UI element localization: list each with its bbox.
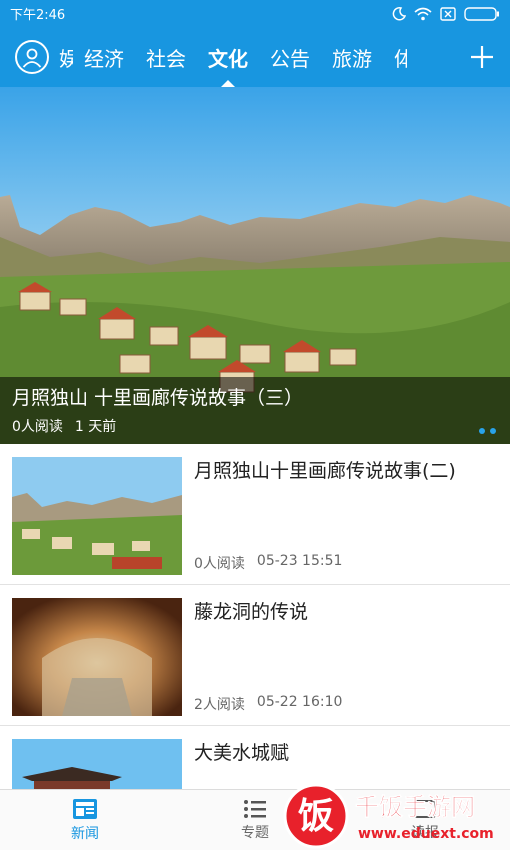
bottom-tab-label: 专题: [241, 824, 269, 841]
article-time: 05-22 16:10: [256, 694, 343, 710]
article-time: 05-23 15:51: [256, 553, 343, 569]
wifi-icon: [414, 7, 432, 21]
tab-label: 文化: [208, 46, 248, 71]
article-item[interactable]: 藤龙洞的传说 2人阅读 05-22 16:10: [0, 585, 510, 726]
article-title: 月照独山十里画廊传说故事(二): [194, 460, 456, 482]
article-title: 大美水城赋: [194, 742, 290, 764]
article-meta: 0人阅读 05-23 15:51: [194, 553, 342, 573]
status-icons: [392, 6, 500, 21]
carousel-dot: [479, 428, 485, 434]
tab-label: 经济: [84, 46, 124, 71]
moon-icon: [392, 6, 406, 21]
sim-off-icon: [440, 6, 456, 21]
article-title: 藤龙洞的传说: [194, 601, 309, 623]
article-thumbnail: [12, 598, 182, 716]
watermark-brand: 饭: [298, 796, 334, 837]
hero-title: 月照独山 十里画廊传说故事（三）: [12, 387, 304, 409]
newspaper-icon: [73, 798, 97, 819]
site-watermark-logo: 饭 千饭手游网 www.eduext.com: [283, 783, 494, 849]
tab-label: 公告: [270, 46, 310, 71]
add-channel-button[interactable]: [454, 27, 510, 87]
tab-society[interactable]: 社会: [135, 27, 197, 87]
carousel-indicator: [479, 428, 496, 434]
tab-label: 旅游: [332, 46, 372, 71]
status-time: 下午2:46: [10, 8, 66, 23]
bottom-tab-news[interactable]: 新闻: [0, 790, 170, 850]
article-item[interactable]: 月照独山十里画廊传说故事(二) 0人阅读 05-23 15:51: [0, 444, 510, 585]
hero-time: 1 天前: [74, 419, 117, 435]
tab-label: 体: [394, 46, 407, 71]
app-screen: 下午2:46 娱 经济 社会 文化 公告 旅游 体 月照独山 十里画廊传说故事（…: [0, 0, 510, 850]
hero-caption: 月照独山 十里画廊传说故事（三） 0人阅读 1 天前: [0, 377, 510, 444]
hero-meta: 0人阅读 1 天前: [12, 416, 498, 436]
tab-label: 社会: [146, 46, 186, 71]
user-icon: [22, 48, 42, 68]
watermark-name: 千饭手游网: [355, 793, 475, 821]
user-profile-button[interactable]: [15, 40, 49, 74]
article-thumbnail: [12, 457, 182, 575]
status-bar: 下午2:46: [0, 0, 510, 27]
article-read-count: 0人阅读: [194, 556, 245, 572]
article-read-count: 2人阅读: [194, 697, 245, 713]
tab-travel[interactable]: 旅游: [321, 27, 383, 87]
tab-culture[interactable]: 文化: [197, 27, 259, 87]
carousel-dot: [490, 428, 496, 434]
battery-icon: [464, 6, 500, 21]
category-tabs: 娱 经济 社会 文化 公告 旅游 体: [59, 27, 454, 87]
tab-economy[interactable]: 经济: [73, 27, 135, 87]
article-meta: 2人阅读 05-22 16:10: [194, 694, 342, 714]
list-icon: [244, 799, 266, 818]
plus-icon: [471, 46, 493, 68]
watermark-url: www.eduext.com: [358, 826, 494, 842]
tab-partial-right[interactable]: 体: [383, 27, 407, 87]
tab-label: 娱: [59, 46, 73, 71]
tab-notice[interactable]: 公告: [259, 27, 321, 87]
hero-read-count: 0人阅读: [12, 419, 63, 435]
hero-banner[interactable]: 月照独山 十里画廊传说故事（三） 0人阅读 1 天前: [0, 87, 510, 444]
tab-partial-left[interactable]: 娱: [59, 27, 73, 87]
bottom-tab-label: 新闻: [71, 825, 99, 842]
top-nav-bar: 娱 经济 社会 文化 公告 旅游 体: [0, 27, 510, 87]
